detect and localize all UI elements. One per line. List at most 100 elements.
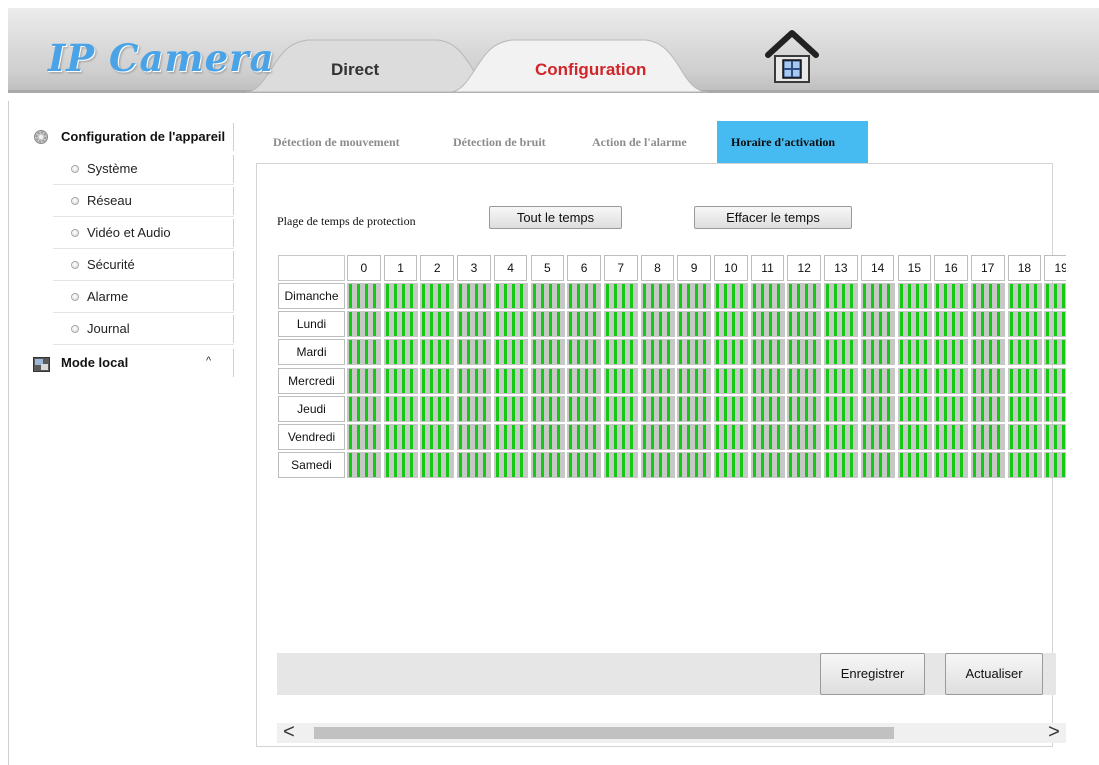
schedule-slot[interactable] — [495, 368, 499, 393]
schedule-slot[interactable] — [556, 340, 560, 365]
schedule-slot[interactable] — [459, 368, 463, 393]
schedule-slot[interactable] — [740, 396, 743, 421]
schedule-hour-block[interactable] — [493, 283, 528, 309]
schedule-slot[interactable] — [1009, 396, 1013, 421]
schedule-slot[interactable] — [585, 284, 589, 308]
schedule-hour-block[interactable] — [750, 311, 785, 338]
schedule-slot[interactable] — [409, 453, 413, 478]
schedule-slot[interactable] — [687, 312, 691, 337]
schedule-slot[interactable] — [349, 396, 352, 421]
schedule-hour-block[interactable] — [824, 283, 859, 309]
schedule-hour-block[interactable] — [347, 283, 381, 309]
schedule-slot[interactable] — [605, 368, 609, 393]
schedule-hour-block[interactable] — [383, 339, 418, 366]
schedule-slot[interactable] — [952, 396, 956, 421]
schedule-slot[interactable] — [495, 425, 499, 449]
schedule-slot[interactable] — [776, 368, 780, 393]
schedule-slot[interactable] — [393, 284, 397, 308]
schedule-slot[interactable] — [789, 284, 793, 308]
schedule-slot[interactable] — [650, 425, 654, 449]
schedule-slot[interactable] — [629, 284, 633, 308]
schedule-slot[interactable] — [467, 312, 471, 337]
schedule-slot[interactable] — [430, 425, 434, 449]
schedule-slot[interactable] — [556, 396, 560, 421]
schedule-slot[interactable] — [532, 312, 536, 337]
schedule-hour-block[interactable] — [347, 311, 381, 338]
schedule-hour-block[interactable] — [970, 395, 1005, 422]
schedule-hour-block[interactable] — [1007, 283, 1042, 309]
schedule-slot[interactable] — [1062, 396, 1066, 421]
schedule-slot[interactable] — [886, 368, 890, 393]
schedule-slot[interactable] — [760, 312, 764, 337]
schedule-slot[interactable] — [797, 284, 801, 308]
schedule-slot[interactable] — [716, 312, 719, 337]
schedule-slot[interactable] — [357, 396, 360, 421]
schedule-slot[interactable] — [878, 340, 882, 365]
schedule-hour-block[interactable] — [787, 339, 822, 366]
schedule-hour-block[interactable] — [640, 452, 675, 479]
schedule-slot[interactable] — [768, 453, 772, 478]
schedule-hour-block[interactable] — [640, 395, 675, 422]
schedule-hour-block[interactable] — [860, 424, 895, 450]
schedule-slot[interactable] — [577, 340, 581, 365]
schedule-slot[interactable] — [650, 284, 654, 308]
schedule-slot[interactable] — [695, 453, 699, 478]
schedule-slot[interactable] — [511, 396, 515, 421]
schedule-slot[interactable] — [605, 284, 609, 308]
schedule-slot[interactable] — [842, 312, 846, 337]
schedule-slot[interactable] — [585, 453, 589, 478]
schedule-slot[interactable] — [870, 312, 874, 337]
schedule-slot[interactable] — [349, 340, 352, 365]
schedule-slot[interactable] — [907, 284, 911, 308]
schedule-slot[interactable] — [695, 425, 699, 449]
schedule-hour-block[interactable] — [714, 424, 748, 450]
schedule-slot[interactable] — [621, 368, 625, 393]
schedule-hour-block[interactable] — [934, 339, 969, 366]
schedule-hour-block[interactable] — [383, 283, 418, 309]
schedule-slot[interactable] — [1009, 284, 1013, 308]
schedule-slot[interactable] — [658, 340, 662, 365]
schedule-slot[interactable] — [585, 425, 589, 449]
schedule-hour-block[interactable] — [603, 395, 638, 422]
schedule-slot[interactable] — [1025, 453, 1029, 478]
schedule-hour-block[interactable] — [493, 339, 528, 366]
schedule-hour-block[interactable] — [530, 283, 565, 309]
schedule-slot[interactable] — [1033, 368, 1037, 393]
schedule-hour-block[interactable] — [493, 367, 528, 394]
schedule-slot[interactable] — [703, 368, 707, 393]
schedule-slot[interactable] — [899, 340, 903, 365]
schedule-slot[interactable] — [422, 425, 426, 449]
schedule-slot[interactable] — [915, 312, 919, 337]
schedule-slot[interactable] — [1062, 340, 1066, 365]
schedule-hour-block[interactable] — [824, 395, 859, 422]
schedule-slot[interactable] — [467, 396, 471, 421]
schedule-slot[interactable] — [446, 453, 450, 478]
schedule-slot[interactable] — [642, 368, 646, 393]
schedule-slot[interactable] — [438, 284, 442, 308]
schedule-slot[interactable] — [862, 284, 866, 308]
schedule-hour-block[interactable] — [640, 424, 675, 450]
schedule-slot[interactable] — [1046, 368, 1050, 393]
schedule-hour-block[interactable] — [603, 339, 638, 366]
schedule-slot[interactable] — [519, 425, 523, 449]
schedule-slot[interactable] — [797, 396, 801, 421]
schedule-slot[interactable] — [467, 340, 471, 365]
schedule-slot[interactable] — [850, 425, 854, 449]
schedule-slot[interactable] — [483, 368, 487, 393]
schedule-slot[interactable] — [540, 396, 544, 421]
schedule-slot[interactable] — [695, 396, 699, 421]
schedule-slot[interactable] — [357, 312, 360, 337]
schedule-slot[interactable] — [519, 396, 523, 421]
schedule-slot[interactable] — [826, 312, 830, 337]
schedule-slot[interactable] — [687, 453, 691, 478]
schedule-hour-block[interactable] — [860, 283, 895, 309]
schedule-slot[interactable] — [960, 340, 964, 365]
schedule-slot[interactable] — [899, 396, 903, 421]
schedule-slot[interactable] — [878, 425, 882, 449]
schedule-slot[interactable] — [907, 453, 911, 478]
schedule-slot[interactable] — [923, 340, 927, 365]
schedule-slot[interactable] — [446, 425, 450, 449]
schedule-slot[interactable] — [357, 425, 360, 449]
schedule-slot[interactable] — [679, 425, 683, 449]
schedule-slot[interactable] — [687, 396, 691, 421]
